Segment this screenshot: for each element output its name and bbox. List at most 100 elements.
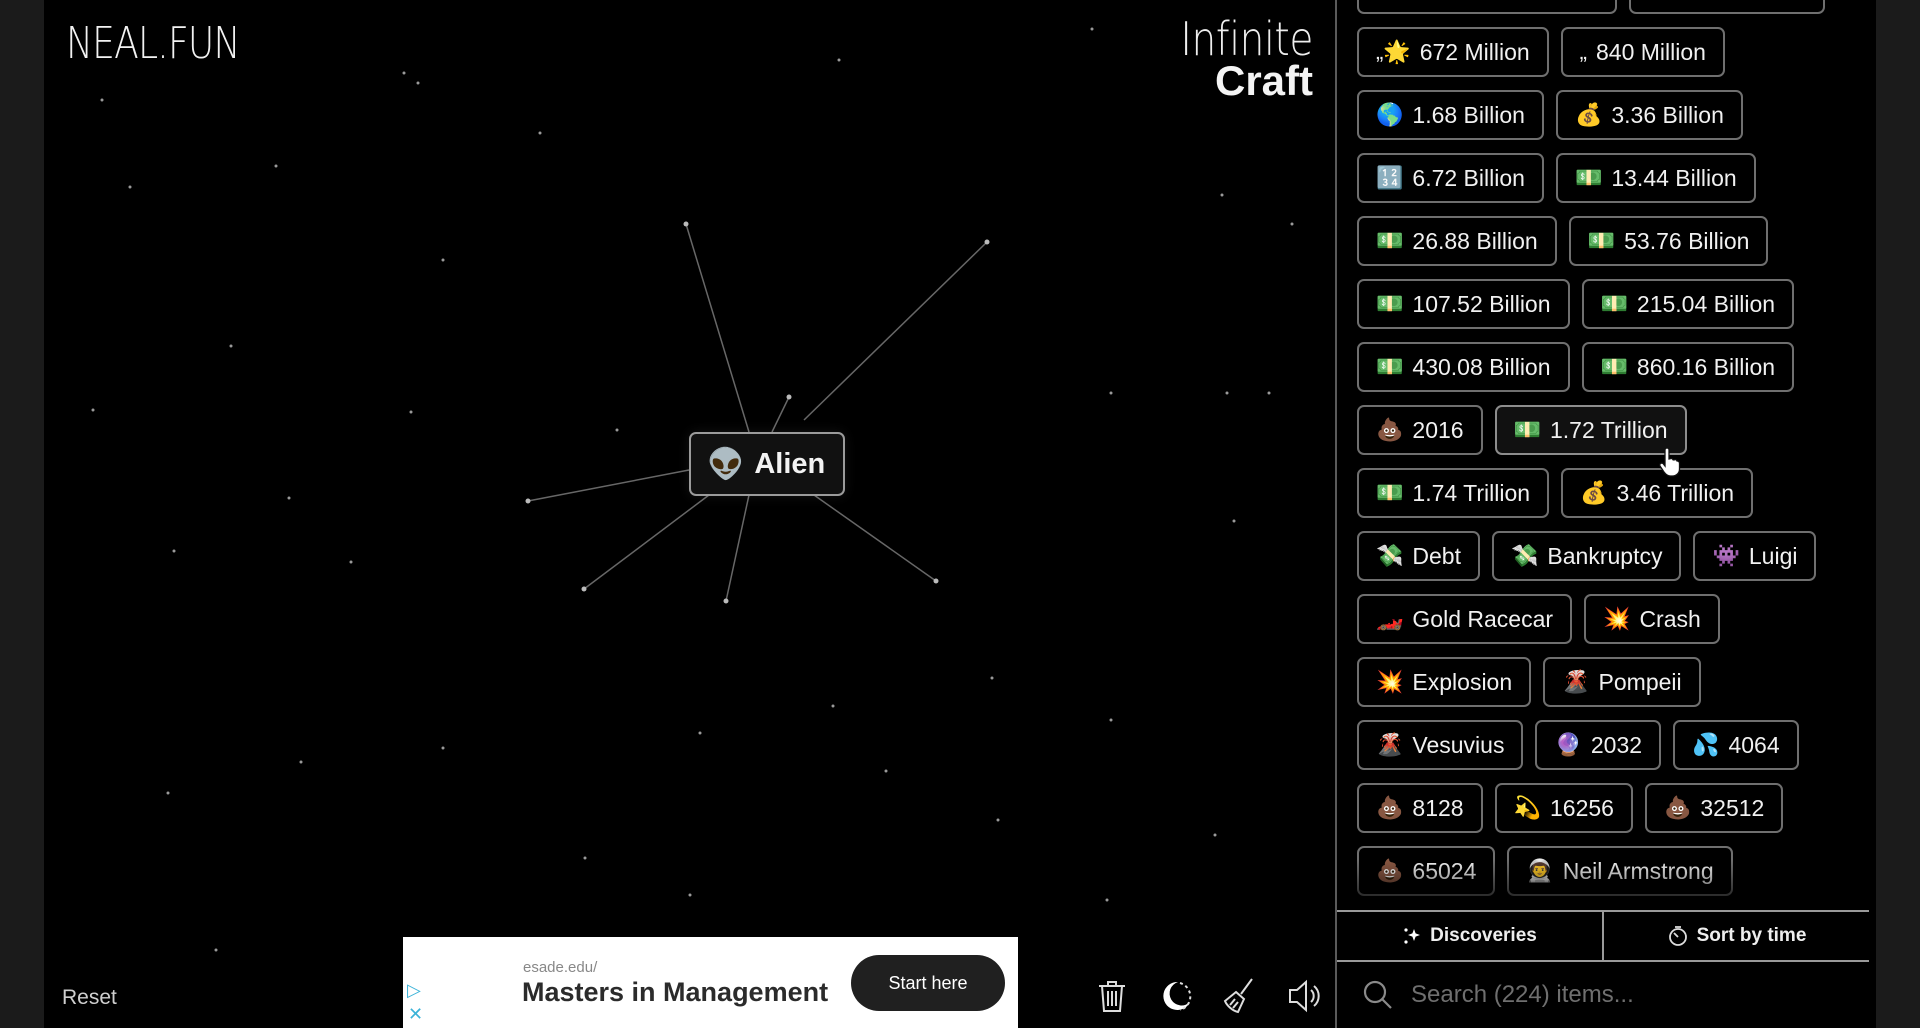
star — [583, 856, 587, 860]
sound-toggle[interactable] — [1285, 976, 1323, 1016]
sidebar-item[interactable]: 💸 Debt — [1357, 531, 1480, 581]
search-icon — [1363, 980, 1392, 1009]
ad-banner[interactable]: ▷ ✕ esade.edu/ Masters in Management Sta… — [403, 937, 1018, 1028]
sidebar-item[interactable]: 💵 1.74 Trillion — [1357, 468, 1550, 518]
star — [1090, 27, 1094, 31]
item-label: 3.36 Billion — [1611, 101, 1724, 128]
item-emoji-icon: 💰 — [1580, 480, 1608, 505]
sidebar-item[interactable]: 🏎️ Gold Racecar — [1357, 594, 1573, 644]
star — [299, 760, 303, 764]
sidebar-item[interactable]: 🌋 Pompeii — [1543, 657, 1701, 707]
sound-icon — [1289, 979, 1320, 1013]
star — [1232, 519, 1236, 523]
star — [91, 408, 95, 412]
ad-cta-button[interactable]: Start here — [851, 955, 1005, 1011]
item-emoji-icon: 💰 — [1574, 102, 1603, 127]
item-emoji-icon: 💵 — [1600, 291, 1628, 316]
item-label: Gold Racecar — [1412, 605, 1554, 632]
sidebar-item[interactable]: 🌎 1.68 Billion — [1357, 90, 1544, 140]
sidebar-item[interactable]: 🔮 2032 — [1535, 720, 1662, 770]
sidebar-item[interactable]: „ 840 Million — [1560, 27, 1725, 77]
item-partial-top[interactable] — [1629, 0, 1825, 14]
star — [615, 428, 619, 432]
sidebar-item[interactable]: 💩 2016 — [1357, 405, 1483, 455]
item-label: 2032 — [1590, 731, 1643, 758]
timer-icon — [1668, 926, 1687, 946]
item-emoji-icon: 🌋 — [1376, 732, 1404, 757]
item-partial-top[interactable] — [1357, 0, 1617, 14]
search-input[interactable] — [1409, 980, 1853, 1010]
dark-mode-toggle[interactable] — [1157, 976, 1195, 1016]
star — [214, 948, 218, 952]
sidebar-item[interactable]: „🌟 672 Million — [1357, 27, 1549, 77]
star — [1109, 391, 1113, 395]
item-emoji-icon: 💵 — [1376, 354, 1404, 379]
item-emoji-icon: 💥 — [1376, 669, 1404, 694]
item-emoji-icon: 💵 — [1600, 354, 1628, 379]
item-emoji-icon: 💵 — [1376, 228, 1404, 253]
sidebar-item[interactable]: 💦 4064 — [1673, 720, 1799, 770]
sidebar-item[interactable]: 💵 1.72 Trillion — [1494, 405, 1687, 455]
sidebar-item[interactable]: 💥 Crash — [1584, 594, 1720, 644]
sidebar-item[interactable]: 💵 860.16 Billion — [1581, 342, 1795, 392]
connection-line — [771, 396, 790, 433]
star — [402, 71, 406, 75]
sidebar-item[interactable]: 💫 16256 — [1494, 783, 1633, 833]
sidebar-item[interactable]: 💥 Explosion — [1357, 657, 1532, 707]
sparkles-icon — [1404, 928, 1421, 944]
star — [441, 258, 445, 262]
items-list[interactable]: „🌟 672 Million „ 840 Million 🌎 1.68 Billion 💰 3… — [1337, 0, 1867, 910]
reset-button[interactable]: Reset — [62, 986, 117, 1010]
app-frame: NEAL.FUN Infinite Craft 👽 Alien Reset ▷ … — [44, 0, 1876, 1028]
canvas-item-alien[interactable]: 👽 Alien — [689, 432, 846, 496]
sidebar-item[interactable]: 💵 13.44 Billion — [1555, 153, 1756, 203]
sidebar-item[interactable]: 💵 430.08 Billion — [1357, 342, 1570, 392]
item-label: 2016 — [1412, 416, 1464, 443]
item-label: 3.46 Trillion — [1616, 479, 1735, 506]
star — [996, 818, 1000, 822]
item-emoji-icon: 💵 — [1587, 228, 1616, 253]
items-grid: „🌟 672 Million „ 840 Million 🌎 1.68 Billion 💰 3… — [1357, 0, 1857, 896]
sidebar-item[interactable]: 👨‍🚀 Neil Armstrong — [1507, 846, 1733, 896]
item-label: 16256 — [1549, 794, 1614, 821]
sidebar-item[interactable]: 💩 65024 — [1357, 846, 1496, 896]
item-emoji-icon: 🌋 — [1562, 669, 1590, 694]
sidebar-item[interactable]: 💵 26.88 Billion — [1357, 216, 1557, 266]
star — [831, 704, 835, 708]
item-label: 215.04 Billion — [1636, 290, 1776, 317]
neal-fun-logo[interactable]: NEAL.FUN — [66, 18, 240, 69]
alien-icon: 👽 — [707, 447, 745, 481]
node-dot — [933, 578, 939, 584]
sidebar-item[interactable]: 🔢 6.72 Billion — [1357, 153, 1544, 203]
sidebar-item[interactable]: 💰 3.36 Billion — [1555, 90, 1743, 140]
ad-close-icon[interactable]: ✕ — [408, 1005, 423, 1023]
tab-discoveries[interactable]: Discoveries — [1337, 912, 1602, 960]
star — [1220, 193, 1224, 197]
star — [990, 676, 994, 680]
sidebar-item[interactable]: 💰 3.46 Trillion — [1561, 468, 1754, 518]
sidebar-item[interactable]: 💵 215.04 Billion — [1581, 279, 1795, 329]
tab-sort-by-time[interactable]: Sort by time — [1602, 912, 1869, 960]
sidebar-item[interactable]: 💵 107.52 Billion — [1357, 279, 1570, 329]
sidebar-item[interactable]: 💩 8128 — [1357, 783, 1483, 833]
crafting-canvas[interactable]: NEAL.FUN Infinite Craft 👽 Alien Reset ▷ … — [44, 0, 1335, 1028]
tab-label: Discoveries — [1430, 925, 1537, 946]
sidebar-item[interactable]: 💵 53.76 Billion — [1568, 216, 1769, 266]
ad-headline[interactable]: Masters in Management — [522, 977, 828, 1008]
cleanup-button[interactable] — [1221, 976, 1259, 1016]
star — [1109, 718, 1113, 722]
item-label: Debt — [1412, 542, 1461, 569]
sidebar-item[interactable]: 👾 Luigi — [1693, 531, 1817, 581]
sidebar-item[interactable]: 💩 32512 — [1644, 783, 1784, 833]
item-label: 430.08 Billion — [1412, 353, 1551, 380]
clear-canvas-button[interactable] — [1093, 976, 1131, 1016]
star — [416, 81, 420, 85]
ad-choices-icon[interactable]: ▷ — [407, 981, 421, 999]
node-dot — [723, 598, 729, 604]
item-label: Luigi — [1748, 542, 1798, 569]
item-emoji-icon: 💵 — [1574, 165, 1603, 190]
connection-line — [685, 223, 750, 433]
item-label: Bankruptcy — [1547, 542, 1663, 569]
sidebar-item[interactable]: 🌋 Vesuvius — [1357, 720, 1524, 770]
sidebar-item[interactable]: 💸 Bankruptcy — [1492, 531, 1682, 581]
